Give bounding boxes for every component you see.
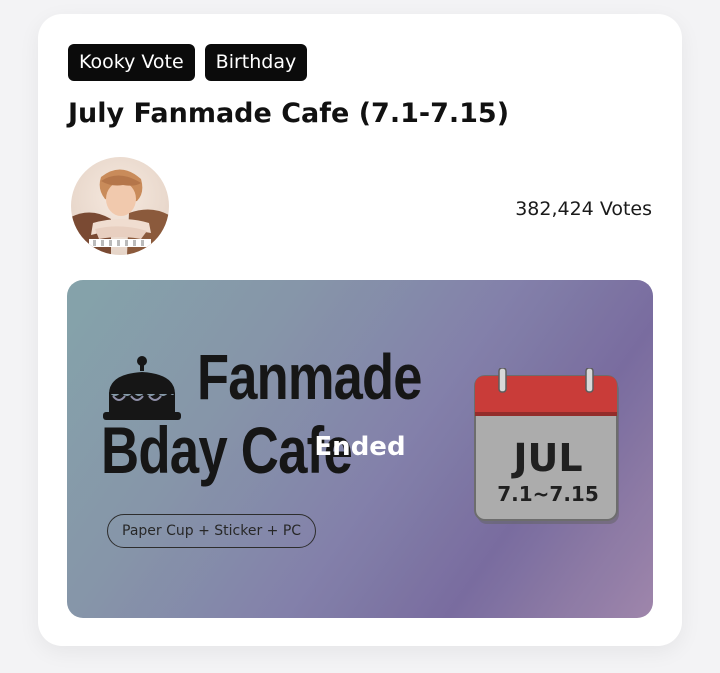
- avatar: [71, 157, 169, 255]
- event-banner[interactable]: Fanmade Bday Cafe Paper Cup + Sticker + …: [67, 280, 653, 618]
- vote-count: 382,424 Votes: [515, 198, 652, 220]
- tag-list: Kooky Vote Birthday: [68, 44, 308, 81]
- status-label: Ended: [314, 432, 406, 462]
- card-title: July Fanmade Cafe (7.1-7.15): [68, 98, 510, 129]
- tag-kooky-vote[interactable]: Kooky Vote: [68, 44, 195, 81]
- tag-birthday[interactable]: Birthday: [204, 44, 308, 81]
- vote-card[interactable]: Kooky Vote Birthday July Fanmade Cafe (7…: [38, 14, 682, 646]
